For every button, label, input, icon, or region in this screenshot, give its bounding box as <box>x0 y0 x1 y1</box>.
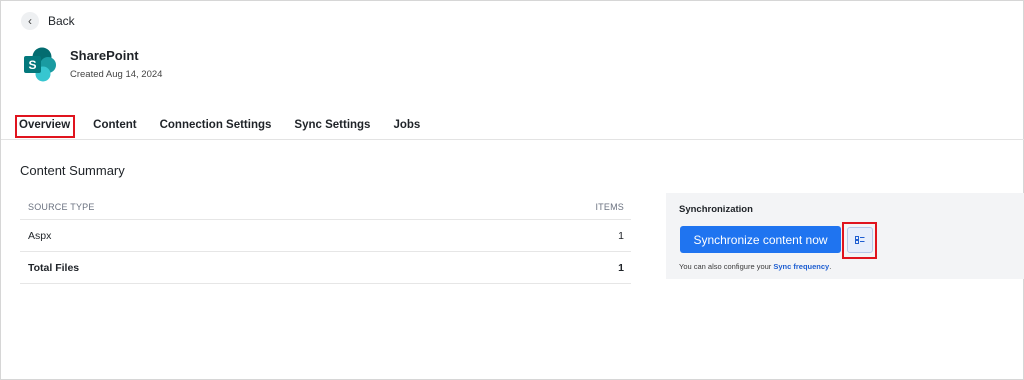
chevron-left-icon: ‹ <box>21 12 39 30</box>
tab-overview[interactable]: Overview <box>19 119 71 138</box>
page-frame: ‹ Back S SharePoint Created Aug 14, 2024… <box>0 0 1024 380</box>
row-items-count: 1 <box>618 229 624 242</box>
column-header-items: ITEMS <box>595 201 624 212</box>
table-header-row: SOURCE TYPE ITEMS <box>20 194 631 220</box>
tab-jobs[interactable]: Jobs <box>393 119 420 131</box>
tabs-divider <box>1 139 1024 140</box>
sync-note-prefix: You can also configure your <box>679 262 774 271</box>
back-label: Back <box>48 14 75 28</box>
sync-frequency-link[interactable]: Sync frequency <box>773 262 829 271</box>
synchronization-title: Synchronization <box>679 204 753 215</box>
app-name: SharePoint <box>70 48 139 63</box>
row-source-type: Aspx <box>28 229 52 242</box>
column-header-source-type: SOURCE TYPE <box>28 201 95 212</box>
content-summary-table: SOURCE TYPE ITEMS Aspx 1 Total Files 1 <box>20 194 631 284</box>
sync-options-button[interactable] <box>847 227 873 253</box>
synchronization-panel: Synchronization Synchronize content now … <box>666 193 1024 279</box>
content-summary-title: Content Summary <box>20 163 125 178</box>
sync-options-icon <box>855 236 865 244</box>
table-total-row: Total Files 1 <box>20 252 631 284</box>
table-row: Aspx 1 <box>20 220 631 252</box>
tab-content[interactable]: Content <box>93 119 136 131</box>
app-created-date: Created Aug 14, 2024 <box>70 69 163 80</box>
tab-connection-settings[interactable]: Connection Settings <box>160 119 272 131</box>
sharepoint-logo: S <box>24 47 56 82</box>
back-button[interactable]: ‹ Back <box>21 11 75 31</box>
sync-frequency-note: You can also configure your Sync frequen… <box>679 262 831 271</box>
synchronize-content-now-button[interactable]: Synchronize content now <box>680 226 841 253</box>
tab-sync-settings[interactable]: Sync Settings <box>294 119 370 131</box>
total-files-count: 1 <box>618 261 624 274</box>
total-files-label: Total Files <box>28 261 80 274</box>
tab-bar: Overview Content Connection Settings Syn… <box>19 119 443 139</box>
sync-note-suffix: . <box>829 262 832 271</box>
logo-letter: S <box>28 58 36 72</box>
